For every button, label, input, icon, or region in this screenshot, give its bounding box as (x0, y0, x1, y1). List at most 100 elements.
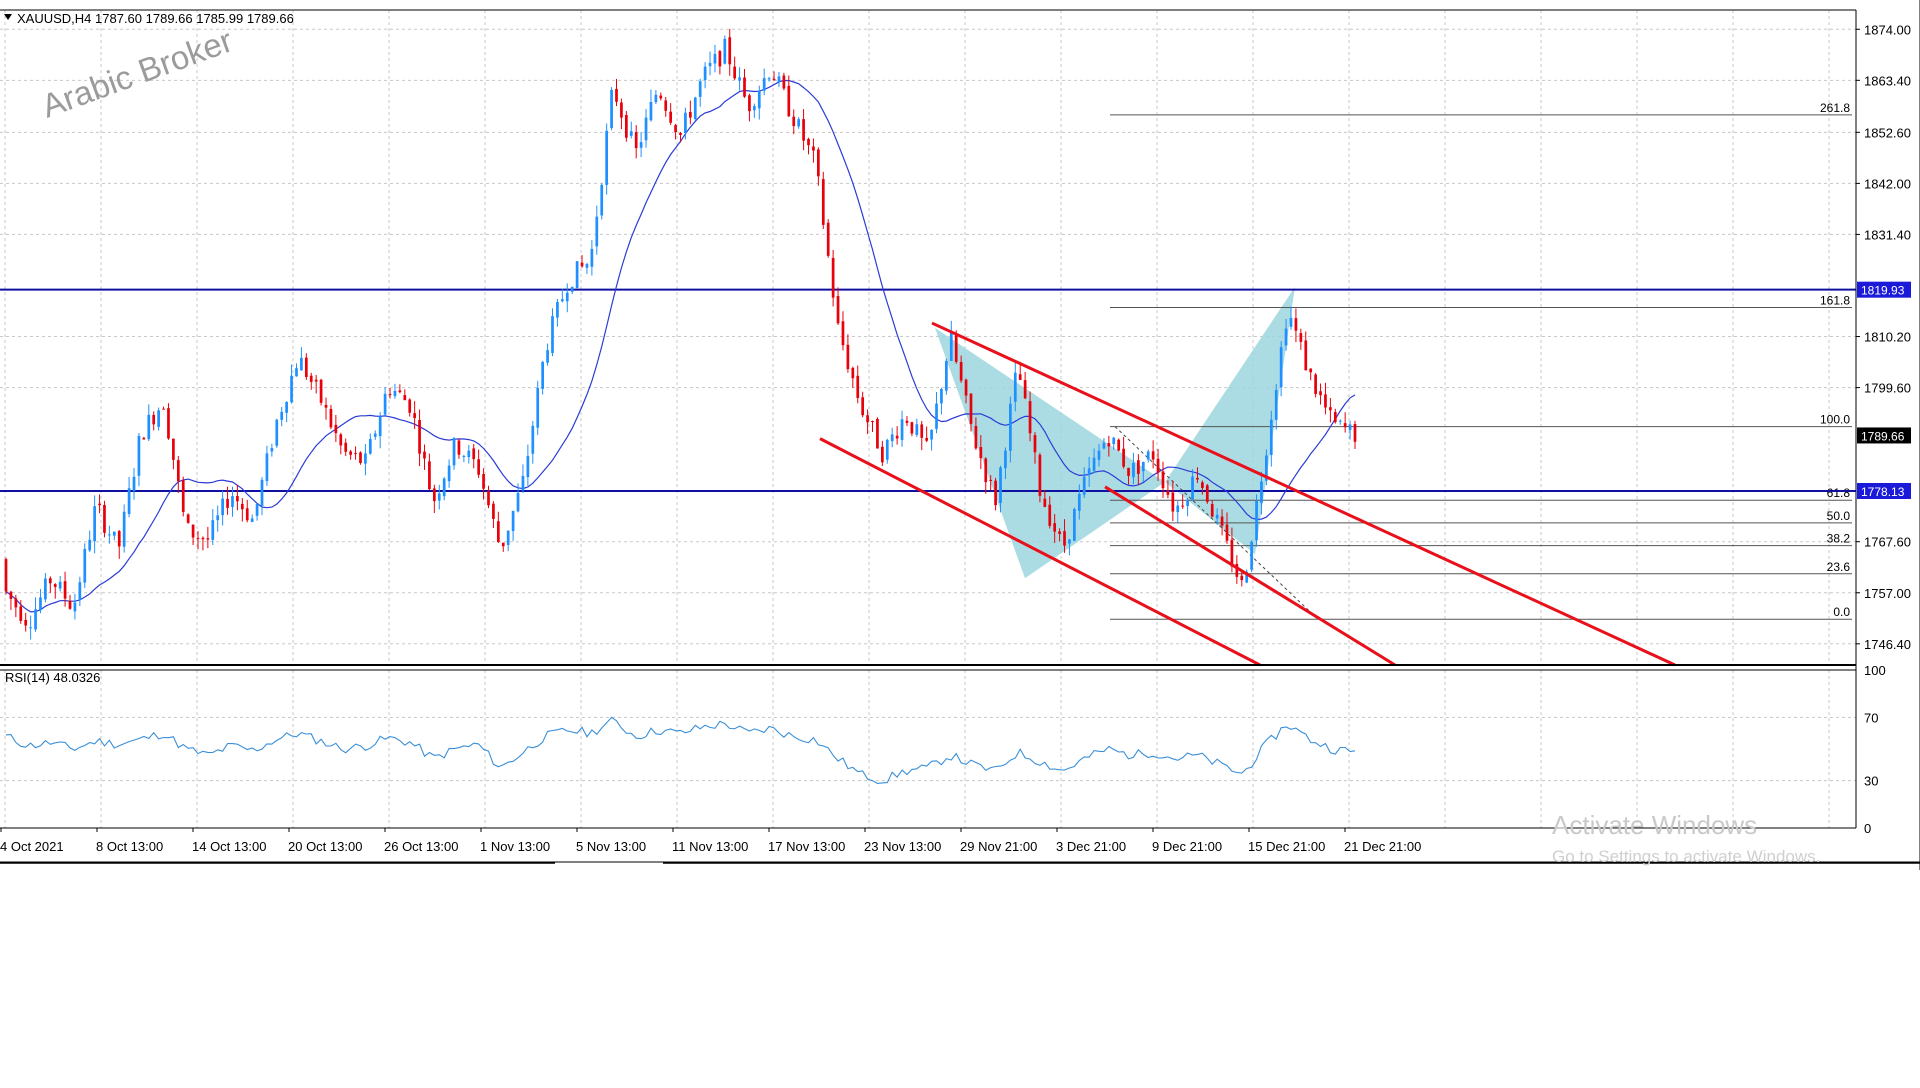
candle-body (319, 379, 323, 403)
candle (1122, 436, 1125, 469)
candle-body (496, 521, 500, 543)
candle (368, 433, 372, 455)
candle-body (354, 452, 357, 454)
candle-body (501, 542, 505, 547)
candle-body (954, 333, 958, 362)
candle (570, 286, 574, 295)
candle-body (856, 375, 860, 399)
candle-body (78, 582, 82, 600)
candle (629, 121, 633, 139)
candle-body (359, 452, 362, 463)
candle-body (388, 394, 392, 396)
candle-body (624, 114, 628, 138)
candle-body (807, 138, 810, 146)
activate-windows-subtitle: Go to Settings to activate Windows. (1552, 847, 1820, 866)
candle-body (226, 498, 229, 508)
candle-body (1250, 541, 1253, 570)
candle (624, 111, 628, 142)
candle (58, 575, 62, 592)
candle-body (83, 548, 87, 583)
candle (1329, 397, 1332, 423)
candle (1186, 498, 1189, 517)
candle (48, 576, 52, 593)
candle (186, 513, 190, 524)
candle (935, 392, 938, 434)
candle (900, 410, 904, 447)
candle-body (772, 78, 776, 81)
candle-body (674, 125, 677, 133)
candle-body (300, 357, 303, 371)
candle-body (117, 531, 121, 547)
candle (68, 595, 72, 610)
candle (324, 397, 328, 420)
candle (560, 288, 564, 303)
harmonic-pattern (935, 286, 1295, 579)
candle-body (876, 418, 879, 449)
candle-body (408, 399, 412, 413)
symbol-info: XAUUSD,H4 1787.60 1789.66 1785.99 1789.6… (17, 11, 294, 26)
candle-body (339, 434, 343, 446)
candle-body (792, 116, 796, 127)
candle-body (1077, 493, 1081, 511)
price-tick-label: 1767.60 (1864, 535, 1911, 550)
candle-body (565, 292, 569, 302)
candle-body (4, 559, 8, 592)
candle (487, 485, 490, 509)
candle-body (846, 344, 850, 370)
rsi-tick-label: 70 (1864, 710, 1878, 725)
candle (551, 308, 554, 357)
candle-body (467, 450, 471, 458)
candle-body (1048, 504, 1052, 526)
candle-body (329, 408, 333, 428)
candle (354, 446, 357, 460)
candle (615, 78, 618, 107)
price-chart[interactable]: 0.0 23.6 38.2 50.0 61.8 100.0 161.8 261.8 1819.… (0, 0, 1920, 870)
candle-body (142, 437, 146, 440)
candle-body (1146, 451, 1150, 460)
candle-body (472, 448, 476, 460)
candle (492, 501, 495, 529)
candle-body (1058, 531, 1061, 534)
fib-level-label: 38.2 (1827, 532, 1851, 546)
candle (802, 109, 805, 151)
candle (176, 455, 180, 493)
candle (871, 420, 874, 433)
fib-level-label: 100.0 (1820, 413, 1850, 427)
candle-body (447, 465, 451, 482)
candle (211, 509, 215, 546)
price-tick-label: 1746.40 (1864, 637, 1911, 652)
candle-body (851, 367, 855, 379)
candle-body (1141, 461, 1145, 472)
candle-body (1201, 482, 1204, 489)
candle-body (979, 447, 983, 459)
candle-body (275, 419, 279, 446)
candle-body (1004, 450, 1007, 469)
candle-body (605, 130, 609, 185)
candle (688, 100, 692, 125)
candle-body (693, 97, 697, 120)
rsi-line (5, 716, 1356, 784)
candle-body (526, 455, 530, 478)
candle-body (1176, 505, 1180, 513)
candle-body (516, 492, 520, 512)
candle (644, 109, 648, 148)
candle (590, 240, 594, 276)
candle-body (368, 439, 372, 454)
candle (984, 457, 988, 494)
candle-body (698, 81, 702, 97)
candle (300, 347, 303, 371)
candle-body (1269, 419, 1273, 455)
candle-body (1329, 407, 1332, 411)
candle-body (728, 37, 732, 65)
trading-chart-window[interactable]: 0.0 23.6 38.2 50.0 61.8 100.0 161.8 261.8 1819.… (0, 0, 1920, 1088)
candle (260, 476, 264, 516)
candle-body (477, 459, 480, 475)
candle-body (1023, 380, 1027, 399)
candle-body (718, 51, 722, 67)
candle-body (88, 539, 92, 551)
candle (1333, 408, 1337, 424)
candle-body (536, 387, 540, 428)
time-tick-label: 3 Dec 21:00 (1056, 839, 1126, 854)
candle (945, 358, 948, 395)
horizontal-levels[interactable]: 1819.93 1789.66 1778.13 (0, 281, 1911, 499)
